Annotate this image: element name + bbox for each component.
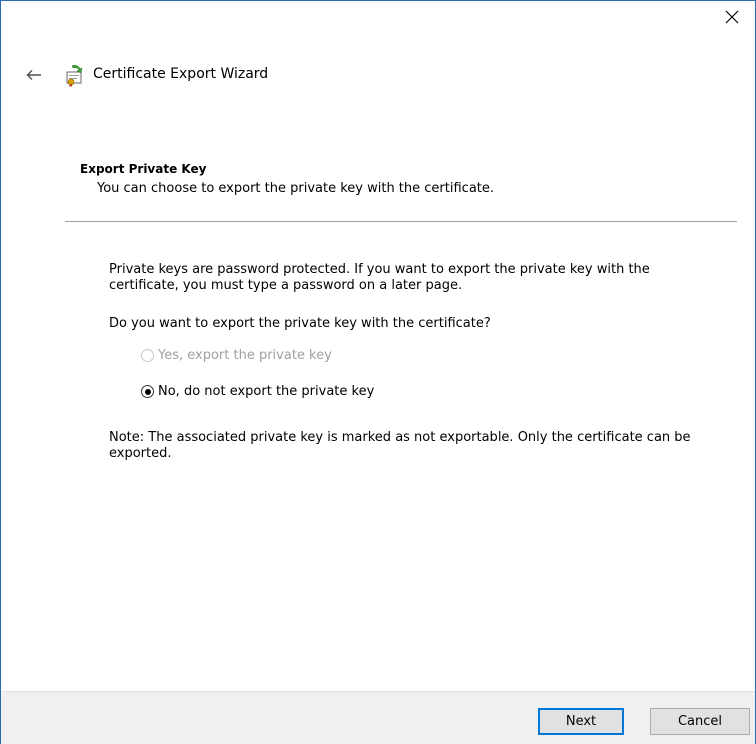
page-subtitle: You can choose to export the private key… <box>97 181 495 196</box>
window-title: Certificate Export Wizard <box>93 66 269 82</box>
header-divider <box>65 221 737 222</box>
close-button[interactable] <box>709 1 755 33</box>
next-button[interactable]: Next <box>538 708 624 735</box>
note-text: Note: The associated private key is mark… <box>109 430 691 461</box>
page-heading: Export Private Key <box>80 162 207 176</box>
radio-yes-label: Yes, export the private key <box>158 348 332 363</box>
cancel-button[interactable]: Cancel <box>650 708 750 735</box>
question-text: Do you want to export the private key wi… <box>109 316 491 331</box>
radio-no-label: No, do not export the private key <box>158 384 375 399</box>
certificate-wizard-icon <box>66 64 83 87</box>
wizard-window: Certificate Export Wizard Export Private… <box>0 0 756 744</box>
info-text: Private keys are password protected. If … <box>109 262 650 293</box>
radio-option-no[interactable]: No, do not export the private key <box>141 384 374 399</box>
back-arrow-icon <box>26 70 41 80</box>
radio-no-circle[interactable] <box>141 385 154 398</box>
radio-yes-circle[interactable] <box>141 349 154 362</box>
radio-option-yes[interactable]: Yes, export the private key <box>141 348 332 363</box>
back-button[interactable] <box>21 63 47 87</box>
close-icon <box>725 10 739 24</box>
button-bar: Next Cancel <box>1 691 755 744</box>
